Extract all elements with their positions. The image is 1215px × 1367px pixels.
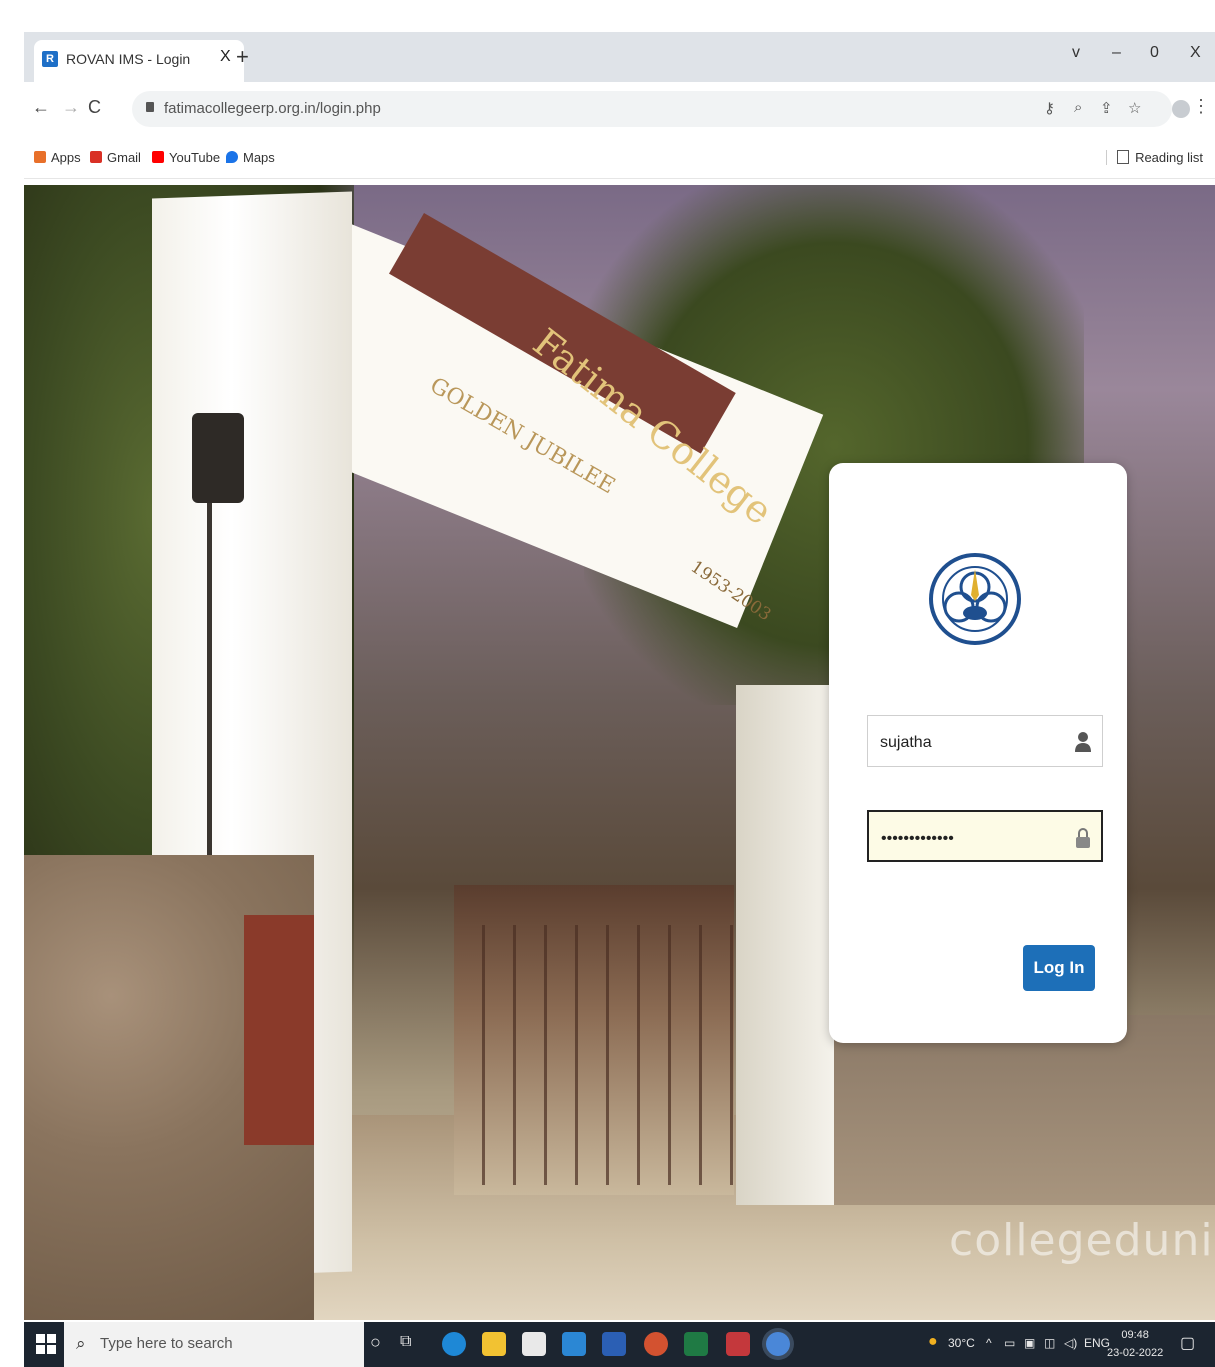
stone-wall-right (834, 1015, 1215, 1205)
username-input[interactable] (878, 730, 1072, 756)
youtube-icon (152, 151, 164, 163)
address-bar[interactable]: fatimacollegeerp.org.in/login.php ⚷ ⌕ ⇪ … (132, 91, 1172, 127)
tab-title: ROVAN IMS - Login (66, 51, 191, 67)
reading-list-button[interactable]: Reading list (1106, 150, 1203, 165)
restore-button[interactable]: 0 (1150, 44, 1159, 62)
taskbar-search[interactable]: ⌕ Type here to search (64, 1322, 364, 1367)
user-icon (1075, 732, 1091, 752)
bookmark-maps[interactable]: Maps (226, 150, 275, 165)
wifi-icon[interactable]: ◫ (1044, 1336, 1055, 1350)
lock-icon (146, 102, 154, 112)
calculator-icon[interactable] (522, 1332, 546, 1356)
url-text: fatimacollegeerp.org.in/login.php (164, 100, 381, 117)
password-field[interactable] (867, 810, 1103, 862)
tab-close-icon[interactable]: X (220, 48, 231, 66)
browser-tabstrip: R ROVAN IMS - Login X + v – 0 X (24, 32, 1215, 82)
password-input[interactable] (879, 826, 1073, 852)
windows-start-icon[interactable] (36, 1334, 56, 1354)
taskbar-clock[interactable]: 09:48 23-02-2022 (1107, 1326, 1163, 1362)
network-icon[interactable]: ▭ (1004, 1336, 1015, 1350)
browser-toolbar: ← → C fatimacollegeerp.org.in/login.php … (24, 82, 1215, 140)
clock-time: 09:48 (1121, 1329, 1149, 1341)
apps-grid-icon (34, 151, 46, 163)
profile-avatar-icon[interactable] (1172, 100, 1190, 118)
gmail-icon (90, 151, 102, 163)
wall-signboard (244, 915, 314, 1145)
volume-icon[interactable]: ◁) (1064, 1336, 1077, 1350)
windows-taskbar: ⌕ Type here to search ○ ⧉ ● 30°C ^ ▭ ▣ ◫… (24, 1322, 1215, 1367)
zoom-icon[interactable]: ⌕ (1074, 99, 1082, 116)
back-icon[interactable]: ← (32, 97, 50, 118)
access-icon[interactable] (726, 1332, 750, 1356)
share-icon[interactable]: ⇪ (1100, 99, 1113, 117)
maps-pin-icon (226, 151, 238, 163)
weather-icon: ● (928, 1333, 938, 1350)
mail-icon[interactable] (562, 1332, 586, 1356)
floodlight (192, 413, 244, 503)
minimize-button[interactable]: – (1112, 44, 1121, 62)
bookmark-apps[interactable]: Apps (34, 150, 81, 165)
clock-date: 23-02-2022 (1107, 1347, 1164, 1359)
username-field[interactable] (867, 715, 1103, 767)
login-card: Log In (829, 463, 1127, 1043)
powerpoint-icon[interactable] (644, 1332, 668, 1356)
key-icon[interactable]: ⚷ (1044, 99, 1055, 117)
taskbar-search-placeholder: Type here to search (100, 1335, 233, 1352)
bookmark-youtube[interactable]: YouTube (152, 150, 220, 165)
gate-grill (454, 925, 734, 1185)
bookmark-gmail[interactable]: Gmail (90, 150, 141, 165)
search-icon: ⌕ (76, 1334, 86, 1353)
bookmarks-bar: Apps Gmail YouTube Maps Reading list (24, 140, 1215, 179)
excel-icon[interactable] (684, 1332, 708, 1356)
site-favicon-icon: R (42, 51, 58, 67)
close-window-button[interactable]: X (1190, 44, 1201, 62)
notifications-icon[interactable]: ▢ (1180, 1333, 1195, 1353)
college-logo-icon (929, 553, 1021, 645)
forward-icon[interactable]: → (62, 97, 80, 118)
word-icon[interactable] (602, 1332, 626, 1356)
task-view-icon[interactable]: ⧉ (400, 1333, 411, 1351)
reload-icon[interactable]: C (88, 97, 101, 118)
weather-temp[interactable]: 30°C (948, 1336, 975, 1350)
menu-dots-icon[interactable]: ⋮ (1192, 96, 1210, 117)
file-explorer-icon[interactable] (482, 1332, 506, 1356)
reading-list-icon (1117, 150, 1130, 164)
browser-tab[interactable]: R ROVAN IMS - Login X (34, 40, 244, 82)
chrome-icon[interactable] (766, 1332, 790, 1356)
login-button[interactable]: Log In (1023, 945, 1095, 991)
tab-search-icon[interactable]: v (1072, 44, 1080, 62)
bookmark-star-icon[interactable]: ☆ (1128, 99, 1141, 117)
tray-chevron-icon[interactable]: ^ (986, 1336, 992, 1350)
display-icon[interactable]: ▣ (1024, 1336, 1035, 1350)
floodlight-pole (207, 503, 212, 883)
lock-icon (1076, 828, 1090, 848)
edge-icon[interactable] (442, 1332, 466, 1356)
cortana-icon[interactable]: ○ (370, 1332, 381, 1353)
watermark: collegedunia (949, 1215, 1215, 1266)
new-tab-button[interactable]: + (236, 44, 249, 70)
